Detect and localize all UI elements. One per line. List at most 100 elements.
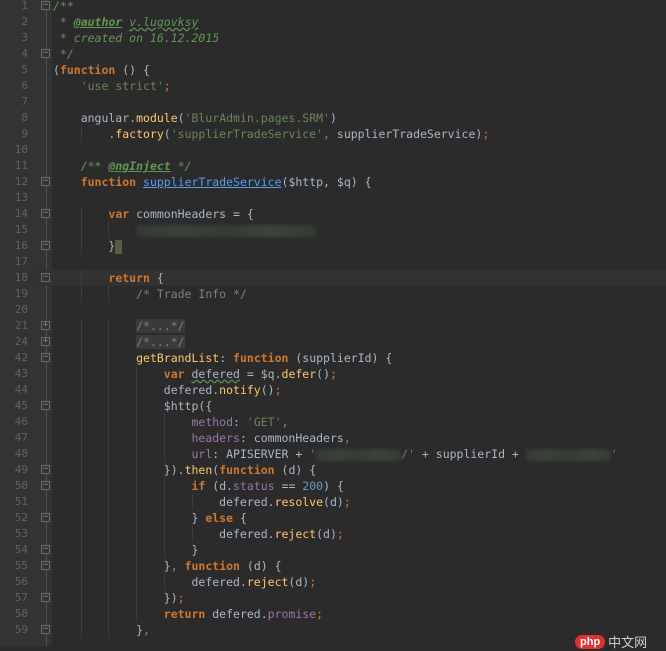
line-number: 6 [21, 79, 28, 92]
code-text: }); [53, 590, 185, 606]
code-line[interactable]: 59 − }, [0, 622, 666, 638]
fold-collapse-icon[interactable]: − [41, 401, 50, 410]
code-line[interactable]: 4 − */ [0, 46, 666, 62]
code-line[interactable]: 5 (function () { [0, 62, 666, 78]
fold-collapse-icon[interactable]: − [41, 49, 50, 58]
code-line[interactable]: 24 + /*...*/ [0, 334, 666, 350]
code-line[interactable]: 47 headers: commonHeaders, [0, 430, 666, 446]
fold-collapse-icon[interactable]: − [41, 561, 50, 570]
line-number: 46 [14, 415, 28, 428]
code-token: ; [163, 79, 171, 93]
code-token: (d) [288, 575, 310, 589]
code-line[interactable]: 49 − }).then(function (d) { [0, 462, 666, 478]
watermark-logo: php [575, 634, 606, 649]
code-token: } [53, 239, 116, 253]
code-text: return { [53, 270, 163, 286]
code-token: ; [274, 383, 282, 397]
code-line[interactable]: 50 − if (d.status == 200) { [0, 478, 666, 494]
code-text: * created on 16.12.2015 [53, 30, 219, 46]
code-token: , [343, 431, 351, 445]
code-line[interactable]: 57 − }); [0, 590, 666, 606]
code-line[interactable]: 58 return defered.promise; [0, 606, 666, 622]
code-line[interactable]: 15 [0, 222, 666, 238]
fold-collapse-icon[interactable]: − [41, 177, 50, 186]
code-line[interactable]: 8 angular.module('BlurAdmin.pages.SRM') [0, 110, 666, 126]
fold-collapse-icon[interactable]: − [41, 465, 50, 474]
code-token: ' [309, 447, 317, 461]
code-line[interactable]: 2 * @author v.lugovksy [0, 14, 666, 30]
code-token: else [205, 511, 234, 525]
code-text: defered.notify(); [53, 382, 282, 398]
fold-collapse-icon[interactable]: − [41, 1, 50, 10]
code-text: 'use strict'; [53, 78, 171, 94]
fold-expand-icon[interactable]: + [41, 321, 50, 330]
code-line[interactable]: 56 defered.reject(d); [0, 574, 666, 590]
fold-collapse-icon[interactable]: − [41, 241, 50, 250]
code-line[interactable]: 46 method: 'GET', [0, 414, 666, 430]
code-line[interactable]: 6 'use strict'; [0, 78, 666, 94]
code-token: : [219, 351, 234, 365]
code-line[interactable]: 13 [0, 190, 666, 206]
code-token: 200 [302, 479, 324, 493]
code-line[interactable]: 53 defered.reject(d); [0, 526, 666, 542]
fold-collapse-icon[interactable]: − [41, 513, 50, 522]
code-token: defered. [205, 607, 268, 621]
code-line[interactable]: 1 −/** [0, 0, 666, 14]
code-text: */ [53, 46, 74, 62]
code-token: ) { [323, 479, 344, 493]
line-number: 7 [21, 95, 28, 108]
code-line[interactable]: 21 + /*...*/ [0, 318, 666, 334]
code-text: url: APISERVER + ' /' + supplierId + ' [53, 446, 617, 462]
code-line[interactable]: 52 − } else { [0, 510, 666, 526]
code-token: var [163, 367, 185, 381]
code-text: /** @ngInject */ [53, 158, 192, 174]
code-line[interactable]: 19 /* Trade Info */ [0, 286, 666, 302]
fold-collapse-icon[interactable]: − [41, 481, 50, 490]
code-token: notify [219, 383, 261, 397]
line-number: 11 [14, 159, 28, 172]
code-line[interactable]: 42 − getBrandList: function (supplierId) … [0, 350, 666, 366]
code-token: ; [482, 127, 490, 141]
code-line[interactable]: 44 defered.notify(); [0, 382, 666, 398]
code-token: 'GET' [246, 415, 282, 429]
code-line[interactable]: 10 [0, 142, 666, 158]
code-text: } else { [53, 510, 246, 526]
code-line[interactable]: 20 [0, 302, 666, 318]
code-line[interactable]: 9 .factory('supplierTradeService', suppl… [0, 126, 666, 142]
fold-collapse-icon[interactable]: − [41, 545, 50, 554]
fold-collapse-icon[interactable]: − [41, 625, 50, 634]
code-token: defer [281, 367, 317, 381]
fold-expand-icon[interactable]: + [41, 337, 50, 346]
code-token: /*...*/ [136, 319, 185, 333]
code-line[interactable]: 18 − return { [0, 270, 666, 286]
fold-collapse-icon[interactable]: − [41, 593, 50, 602]
code-line[interactable]: 7 [0, 94, 666, 110]
code-line[interactable]: 17 [0, 254, 666, 270]
fold-collapse-icon[interactable]: − [41, 209, 50, 218]
code-token: * [53, 15, 74, 29]
code-line[interactable]: 16 − } [0, 238, 666, 254]
line-number: 24 [14, 335, 28, 348]
code-token: : [233, 415, 247, 429]
code-line[interactable]: 45 − $http({ [0, 398, 666, 414]
line-number: 58 [14, 607, 28, 620]
code-token: promise [267, 607, 317, 621]
code-token: status [233, 479, 275, 493]
code-line[interactable]: 54 − } [0, 542, 666, 558]
fold-collapse-icon[interactable]: − [41, 353, 50, 362]
fold-collapse-icon[interactable]: − [41, 273, 50, 282]
code-line[interactable]: 43 var defered = $q.defer(); [0, 366, 666, 382]
code-line[interactable]: 51 defered.resolve(d); [0, 494, 666, 510]
code-token: ) [329, 111, 337, 125]
code-line[interactable]: 48 url: APISERVER + ' /' + supplierId + ' [0, 446, 666, 462]
code-line[interactable]: 14 − var commonHeaders = { [0, 206, 666, 222]
code-token: url [191, 447, 213, 461]
code-editor[interactable]: 1−/** 2 * @author v.lugovksy 3 * created o… [0, 0, 666, 638]
code-line[interactable]: 11 /** @ngInject */ [0, 158, 666, 174]
code-line[interactable]: 12 − function supplierTradeService($http,… [0, 174, 666, 190]
code-line[interactable]: 55 − }, function (d) { [0, 558, 666, 574]
code-line[interactable]: 3 * created on 16.12.2015 [0, 30, 666, 46]
